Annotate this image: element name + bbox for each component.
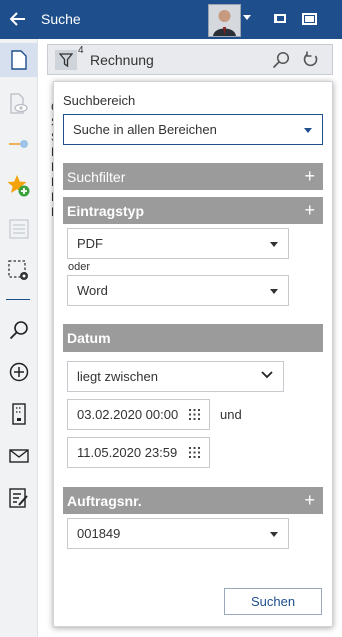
app-header: Suche (0, 0, 342, 39)
sidebar-item-mail[interactable] (0, 439, 37, 473)
reset-icon[interactable] (302, 51, 320, 69)
section-suchfilter-label: Suchfilter (67, 168, 126, 185)
search-submit-button[interactable]: Suchen (224, 588, 322, 615)
sidebar-item-add[interactable] (0, 355, 37, 389)
edit-list-icon (8, 488, 28, 508)
date-to-value: 11.05.2020 23:59 (77, 445, 178, 460)
or-label: oder (68, 261, 91, 273)
search-bar[interactable]: 4 Rechnung (47, 44, 333, 75)
sidebar-item-documents[interactable] (0, 43, 37, 77)
chevron-down-icon (304, 127, 312, 133)
search-query[interactable]: Rechnung (90, 52, 154, 68)
user-avatar-icon (209, 5, 240, 36)
sidebar-item-favorites[interactable] (0, 169, 37, 203)
view-document-icon (9, 93, 28, 114)
section-auftragsnr[interactable]: Auftragsnr. + (63, 487, 323, 514)
scope-select-value: Suche in allen Bereichen (73, 122, 217, 137)
search-icon (9, 321, 28, 340)
date-operator-value: liegt zwischen (77, 369, 158, 384)
maximize-icon[interactable] (302, 13, 317, 25)
chevron-down-icon (270, 531, 278, 537)
sidebar-item-list[interactable] (0, 212, 37, 246)
section-datum-label: Datum (67, 330, 111, 346)
type-select-2[interactable]: Word (67, 275, 289, 306)
type-select-2-value: Word (77, 283, 108, 298)
selection-settings-icon (7, 260, 28, 280)
arrow-left-icon (10, 12, 25, 26)
auftragsnr-value: 001849 (77, 526, 121, 541)
add-auftragsnr-icon[interactable]: + (304, 490, 315, 510)
type-select-1[interactable]: PDF (67, 228, 289, 259)
calendar-icon[interactable] (189, 447, 200, 458)
calendar-icon[interactable] (189, 409, 200, 420)
left-sidebar (0, 39, 38, 637)
chevron-down-icon (261, 371, 273, 379)
avatar-menu-caret-icon[interactable] (243, 15, 251, 20)
page-title: Suche (41, 11, 81, 27)
list-icon (8, 219, 29, 239)
auftragsnr-select[interactable]: 001849 (67, 518, 289, 549)
sidebar-divider (6, 299, 30, 300)
sidebar-item-link[interactable] (0, 127, 37, 161)
search-icon[interactable] (272, 51, 290, 69)
date-from-field[interactable]: 03.02.2020 00:00 (67, 399, 210, 430)
document-icon (10, 50, 27, 70)
add-circle-icon (9, 362, 28, 382)
archive-device-icon (11, 403, 26, 425)
section-eintragstyp-label: Eintragstyp (67, 202, 145, 219)
section-auftragsnr-label: Auftragsnr. (67, 492, 142, 509)
filter-button[interactable] (55, 50, 77, 70)
back-button[interactable] (6, 7, 30, 31)
search-filter-panel: Suchbereich Suche in allen Bereichen Suc… (53, 81, 333, 627)
filter-icon (59, 53, 73, 67)
section-suchfilter[interactable]: Suchfilter + (63, 163, 323, 190)
date-from-value: 03.02.2020 00:00 (77, 407, 179, 422)
panel-layout-icon[interactable] (274, 14, 286, 23)
sidebar-item-search[interactable] (0, 313, 37, 347)
sidebar-item-view[interactable] (0, 87, 37, 121)
date-to-field[interactable]: 11.05.2020 23:59 (67, 437, 210, 468)
filter-count-badge: 4 (78, 45, 84, 56)
chevron-down-icon (270, 241, 278, 247)
favorite-add-icon (6, 175, 29, 197)
add-filter-icon[interactable]: + (304, 166, 315, 186)
mail-icon (8, 449, 29, 463)
add-eintragstyp-icon[interactable]: + (304, 200, 315, 220)
avatar[interactable] (208, 4, 241, 37)
sidebar-item-selection[interactable] (0, 254, 37, 288)
link-pin-icon (8, 140, 28, 148)
scope-select[interactable]: Suche in allen Bereichen (63, 114, 323, 145)
type-select-1-value: PDF (77, 236, 103, 251)
and-label: und (220, 407, 242, 422)
date-operator-select[interactable]: liegt zwischen (67, 361, 284, 392)
sidebar-item-archive[interactable] (0, 397, 37, 431)
sidebar-item-notes[interactable] (0, 481, 37, 515)
section-datum[interactable]: Datum (63, 324, 323, 352)
scope-label: Suchbereich (63, 93, 136, 108)
section-eintragstyp[interactable]: Eintragstyp + (63, 197, 323, 224)
chevron-down-icon (270, 288, 278, 294)
